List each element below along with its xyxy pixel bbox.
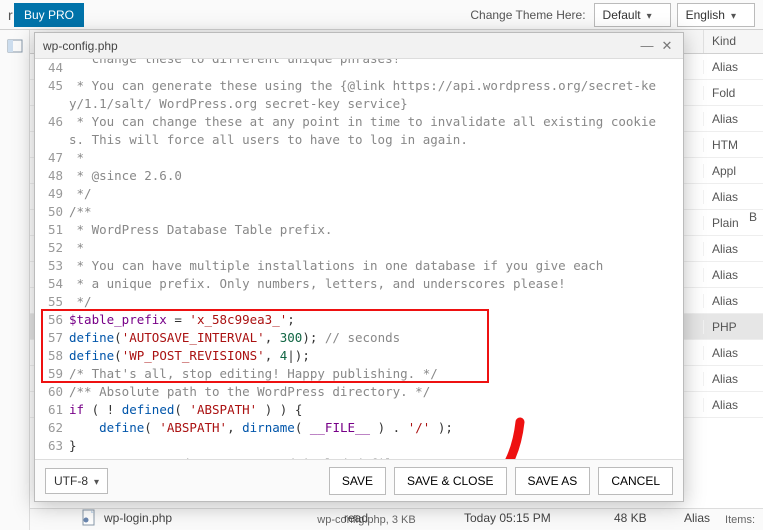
minimize-icon[interactable]: —	[639, 38, 655, 53]
save-as-button[interactable]: SAVE AS	[515, 467, 591, 495]
buy-pro-button[interactable]: Buy PRO	[14, 3, 84, 27]
kind-cell: Alias	[703, 60, 763, 74]
dialog-footer: UTF-8 SAVE SAVE & CLOSE SAVE AS CANCEL	[35, 459, 683, 501]
column-kind[interactable]: Kind	[703, 30, 763, 53]
dialog-title: wp-config.php	[43, 39, 635, 53]
encoding-select[interactable]: UTF-8	[45, 468, 108, 494]
kind-cell: Alias	[703, 372, 763, 386]
top-toolbar: r Buy PRO Change Theme Here: Default Eng…	[0, 0, 763, 30]
editor-dialog: wp-config.php — ✕ 44 change these to dif…	[34, 32, 684, 502]
close-icon[interactable]: ✕	[659, 38, 675, 54]
save-close-button[interactable]: SAVE & CLOSE	[394, 467, 506, 495]
dialog-titlebar[interactable]: wp-config.php — ✕	[35, 33, 683, 59]
cancel-button[interactable]: CANCEL	[598, 467, 673, 495]
file-date: Today 05:15 PM	[464, 511, 614, 525]
file-size: 48 KB	[614, 511, 684, 525]
theme-select[interactable]: Default	[594, 3, 671, 27]
language-select-value: English	[686, 8, 725, 22]
php-file-icon	[80, 509, 98, 527]
kind-cell: Alias	[703, 294, 763, 308]
save-button[interactable]: SAVE	[329, 467, 386, 495]
main-area: Kind AliasFoldAliasHTMApplAliasPlainAlia…	[0, 30, 763, 530]
file-name: wp-login.php	[104, 511, 344, 525]
kind-cell: Alias	[703, 346, 763, 360]
kind-cell: Alias	[703, 242, 763, 256]
kind-cell: Alias	[703, 190, 763, 204]
truncated-right-text: B	[749, 210, 757, 224]
kind-cell: Alias	[703, 398, 763, 412]
encoding-value: UTF-8	[54, 474, 88, 488]
language-select[interactable]: English	[677, 3, 755, 27]
file-perm: read	[344, 511, 464, 525]
left-gutter	[0, 30, 30, 530]
panel-icon	[7, 38, 23, 54]
code-editor[interactable]: 44 change these to different unique phra…	[35, 59, 683, 459]
kind-cell: PHP	[703, 320, 763, 334]
kind-cell: HTM	[703, 138, 763, 152]
kind-cell: Alias	[703, 268, 763, 282]
file-kind: Alias	[684, 511, 763, 525]
theme-select-value: Default	[603, 8, 641, 22]
change-theme-label: Change Theme Here:	[470, 8, 585, 22]
kind-cell: Alias	[703, 112, 763, 126]
kind-cell: Appl	[703, 164, 763, 178]
file-row-wp-login[interactable]: wp-login.php read Today 05:15 PM 48 KB A…	[80, 506, 763, 530]
kind-cell: Fold	[703, 86, 763, 100]
